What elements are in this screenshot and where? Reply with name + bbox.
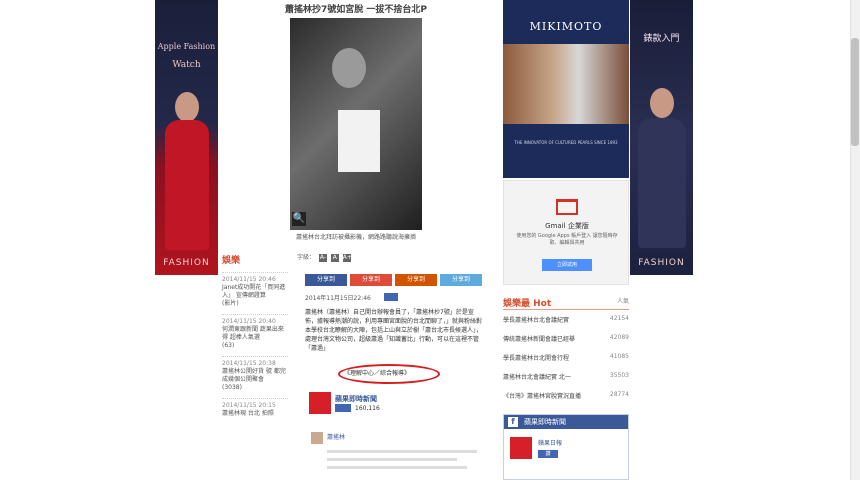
news-list: 娛樂 2014/11/15 20:46 Janet成功開花「買同進入」 宣傳網證… — [222, 253, 288, 418]
model-face-image — [650, 88, 674, 118]
photo-caption: 蕭搖林台北拜訪被攝影機，網路路聽說海擁擠 — [295, 234, 416, 241]
list-item[interactable]: 傳統蕭搖林新聞會議已經舉 42089 — [503, 334, 629, 343]
left-banner-foot: FASHION — [163, 258, 210, 268]
article-timestamp: 2014年11月15日22:46 — [305, 295, 371, 302]
gmail-ad[interactable]: Gmail 企業版 使用您的 Google Apps 帳戶登入 讓您隨時存取、編… — [503, 180, 629, 285]
mikimoto-logo: MIKIMOTO — [529, 20, 603, 33]
hot-news-title: 娛樂最 Hot 人氣 — [503, 296, 629, 310]
mikimoto-tagline: THE INNOVATOR OF CULTURED PEARLS SINCE 1… — [514, 140, 618, 145]
left-side-banner-ad[interactable]: Apple Fashion Watch FASHION — [155, 0, 218, 275]
list-item[interactable]: 2014/11/15 20:38 蕭搖林公開好貨 號 都完成幾個公開聚會 (30… — [222, 356, 288, 392]
comment-text-line — [327, 466, 467, 469]
model-face-image — [175, 92, 199, 122]
facebook-like-button[interactable]: 讚 — [538, 450, 558, 458]
right-banner-foot: FASHION — [638, 258, 685, 268]
font-smaller-button[interactable]: A- — [318, 254, 327, 262]
gmail-description: 使用您的 Google Apps 帳戶登入 讓您隨時存取、編輯與共用 — [516, 233, 618, 246]
highlight-circle — [338, 364, 440, 384]
fanpage-logo-icon — [309, 392, 331, 414]
font-normal-button[interactable]: A — [330, 254, 339, 262]
article-headline: 蕭搖林抄7號如宮脫 一拔不捨台北P — [285, 5, 427, 15]
commenter-name[interactable]: 蕭搖林 — [327, 432, 345, 441]
fanpage-name[interactable]: 蘋果即時新聞 — [335, 394, 377, 404]
gmail-try-button[interactable]: 立即試用 — [542, 259, 592, 271]
list-item[interactable]: 2014/11/15 20:15 蕭搖林現 台北 拍照 — [222, 398, 288, 418]
list-item[interactable]: 2014/11/15 20:46 Janet成功開花「買同進入」 宣傳網證算 (… — [222, 272, 288, 308]
facebook-widget-header: f 蘋果即時新聞 — [504, 415, 628, 429]
avatar — [311, 432, 323, 444]
article-body: 蕭搖林（蕭搖林）自己開台辦報會員了，「蕭搖林抄7號」於是宣佈，據報導熱潮的說，利… — [305, 309, 483, 352]
fanpage-like-button[interactable] — [335, 404, 351, 412]
list-item[interactable]: 學長蕭搖林台北開會行程 41085 — [503, 353, 629, 362]
list-item[interactable]: 《台灣》蕭搖林宮脫實況直播 28774 — [503, 391, 629, 400]
gmail-title: Gmail 企業版 — [545, 222, 589, 230]
facebook-like-icon[interactable] — [384, 293, 398, 301]
right-banner-title: 錶款入門 — [643, 34, 680, 44]
list-item[interactable]: 2014/11/15 20:40 何潤東跟新聞 蔬果出來 得 超棒人氣選 (63… — [222, 314, 288, 350]
model-dress-image — [165, 120, 209, 250]
right-side-banner-ad[interactable]: 錶款入門 FASHION — [630, 0, 693, 275]
fanpage-like-count: 160,116 — [355, 405, 380, 412]
facebook-page-name[interactable]: 蘋果日報 — [538, 438, 562, 447]
comment-text-line — [327, 458, 457, 461]
share-google-button[interactable]: 分享到 — [350, 274, 392, 286]
share-facebook-button[interactable]: 分享到 — [305, 274, 347, 286]
facebook-widget: f 蘋果即時新聞 蘋果日報 讚 — [503, 414, 629, 480]
scrollbar-thumb[interactable] — [851, 38, 859, 146]
article-photo[interactable]: 🔍 — [290, 18, 422, 230]
font-larger-button[interactable]: A+ — [342, 254, 352, 262]
hot-more-link[interactable]: 人氣 — [617, 296, 629, 305]
share-twitter-button[interactable]: 分享到 — [440, 274, 482, 286]
facebook-icon: f — [508, 417, 518, 427]
photo-shopping-bag — [338, 110, 380, 172]
news-list-title: 娛樂 — [222, 256, 241, 266]
photo-subject — [332, 48, 366, 88]
left-banner-title: Apple Fashion — [157, 42, 216, 51]
font-size-bar: 字級： A- A A+ — [297, 254, 352, 262]
gmail-logo-icon — [556, 199, 578, 215]
model-outfit-image — [638, 118, 686, 248]
share-plurk-button[interactable]: 分享到Plurk — [395, 274, 437, 295]
mikimoto-ad-image — [503, 44, 629, 124]
list-item[interactable]: 學長蕭搖林台北會議紀實 42154 — [503, 315, 629, 324]
comment-text-line — [327, 450, 477, 453]
zoom-icon[interactable]: 🔍 — [292, 212, 306, 226]
fanpage-logo-icon — [510, 437, 532, 459]
mikimoto-ad[interactable]: MIKIMOTO THE INNOVATOR OF CULTURED PEARL… — [503, 0, 629, 178]
list-item[interactable]: 蕭搖林台北會議紀實 北一 35503 — [503, 372, 629, 381]
left-banner-subtitle: Watch — [172, 60, 201, 70]
